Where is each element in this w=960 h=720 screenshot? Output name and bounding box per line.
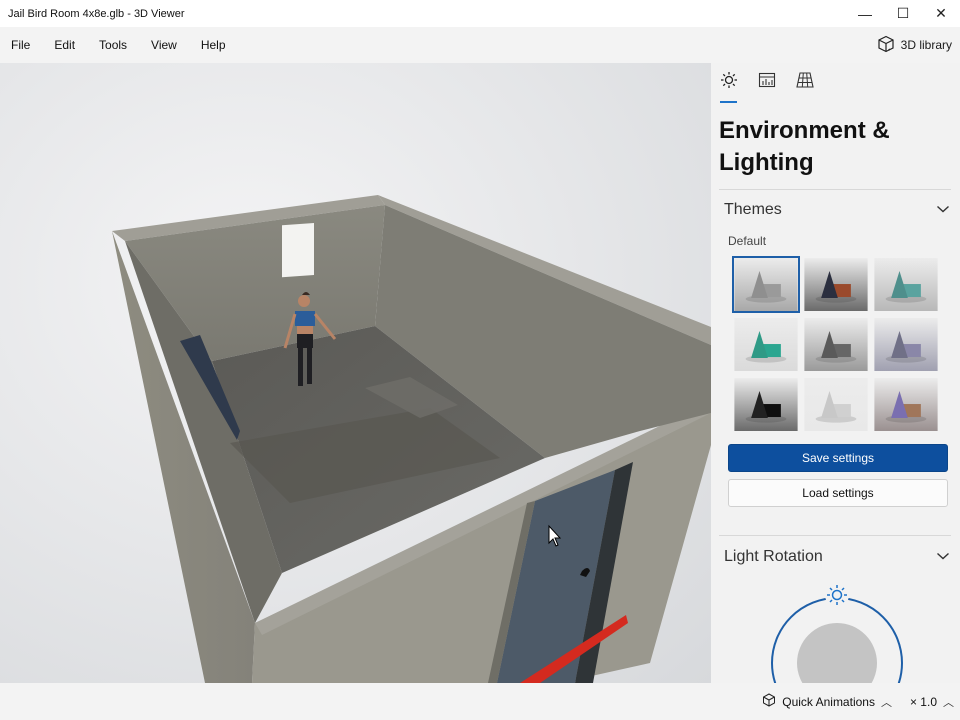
theme-default-gray[interactable] [732, 256, 800, 313]
theme-charcoal[interactable] [802, 316, 870, 373]
panel-tabs [719, 71, 815, 103]
3d-library-label: 3D library [900, 38, 952, 52]
menu-file[interactable]: File [0, 27, 42, 63]
maximize-button[interactable]: ☐ [884, 0, 922, 27]
themes-grid [732, 256, 942, 433]
environment-panel: Environment & Lighting Themes Default Sa… [711, 63, 960, 683]
theme-thumbnail-icon [734, 258, 798, 311]
themes-section-header[interactable]: Themes [724, 198, 950, 222]
status-bar: Quick Animations ︿ × 1.0 ︿ [0, 683, 960, 720]
theme-thumbnail-icon [804, 318, 868, 371]
theme-thumbnail-icon [804, 258, 868, 311]
menu-edit[interactable]: Edit [42, 27, 87, 63]
theme-thumbnail-icon [874, 258, 938, 311]
close-button[interactable]: ✕ [922, 0, 960, 27]
tab-stats[interactable] [757, 71, 777, 97]
save-settings-button[interactable]: Save settings [728, 444, 948, 472]
themes-sublabel: Default [728, 234, 767, 248]
window [282, 223, 314, 278]
theme-thumbnail-icon [874, 378, 938, 431]
menu-tools[interactable]: Tools [87, 27, 139, 63]
cube-icon [877, 35, 895, 56]
3d-viewport[interactable] [0, 63, 711, 683]
quick-animations-button[interactable]: Quick Animations [782, 695, 875, 709]
window-title: Jail Bird Room 4x8e.glb - 3D Viewer [8, 7, 185, 20]
grid-icon [796, 71, 814, 97]
chevron-down-icon [936, 548, 950, 566]
chevron-down-icon [936, 201, 950, 219]
divider [719, 189, 951, 190]
status-controls: Quick Animations ︿ × 1.0 ︿ [762, 683, 954, 720]
theme-thumbnail-icon [734, 378, 798, 431]
window-controls: — ☐ ✕ [846, 0, 960, 27]
theme-black[interactable] [732, 376, 800, 433]
theme-thumbnail-icon [734, 318, 798, 371]
theme-dark-orange[interactable] [802, 256, 870, 313]
tab-grid[interactable] [795, 71, 815, 97]
light-rotation-section-header[interactable]: Light Rotation [724, 545, 950, 569]
load-settings-button[interactable]: Load settings [728, 479, 948, 507]
theme-purple-copper[interactable] [872, 376, 940, 433]
theme-thumbnail-icon [874, 318, 938, 371]
animations-icon [762, 693, 776, 710]
chevron-up-icon[interactable]: ︿ [881, 694, 892, 710]
playback-speed[interactable]: × 1.0 [910, 695, 937, 709]
theme-green[interactable] [732, 316, 800, 373]
title-bar: Jail Bird Room 4x8e.glb - 3D Viewer — ☐ … [0, 0, 960, 27]
stats-icon [758, 71, 776, 97]
chevron-up-icon[interactable]: ︿ [943, 694, 954, 710]
minimize-button[interactable]: — [846, 0, 884, 27]
3d-scene[interactable] [0, 63, 711, 683]
theme-thumbnail-icon [804, 378, 868, 431]
sun-icon [720, 71, 738, 97]
panel-title: Environment & Lighting [719, 117, 890, 176]
tab-environment-lighting[interactable] [719, 71, 739, 103]
menu-bar: File Edit Tools View Help 3D library [0, 27, 960, 63]
divider [719, 535, 951, 536]
light-rotation-label: Light Rotation [724, 548, 823, 565]
menu-view[interactable]: View [139, 27, 189, 63]
theme-light[interactable] [802, 376, 870, 433]
3d-library-button[interactable]: 3D library [877, 27, 952, 63]
menu-help[interactable]: Help [189, 27, 238, 63]
themes-header-label: Themes [724, 201, 782, 218]
theme-teal[interactable] [872, 256, 940, 313]
theme-lavender[interactable] [872, 316, 940, 373]
light-rotation-dial[interactable] [767, 583, 907, 683]
